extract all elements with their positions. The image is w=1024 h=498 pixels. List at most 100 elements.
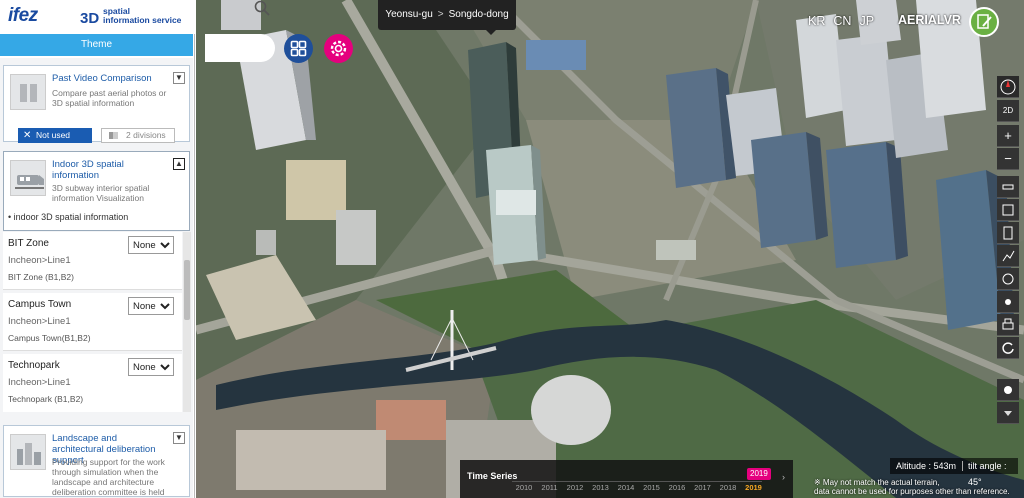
- disclaimer: ※ May not match the actual terrain, data…: [814, 478, 1019, 496]
- two-divisions-label: 2 divisions: [126, 130, 166, 140]
- chevron-down-icon[interactable]: [997, 402, 1019, 424]
- time-series-bar: Time Series 2019 2010 2011 2012 2013 2014 201…: [460, 460, 793, 498]
- zone-select-campus-town[interactable]: None: [128, 297, 174, 315]
- search-input[interactable]: [205, 34, 275, 62]
- logo-3d: 3D: [80, 10, 100, 27]
- zone-name: Campus Town: [8, 299, 72, 310]
- zone-line: Incheon>Line1: [8, 255, 71, 266]
- time-series-year[interactable]: 2010: [512, 483, 536, 492]
- app-root: ifez 3D spatial information service Theme…: [0, 0, 1024, 498]
- breadcrumb-district[interactable]: Yeonsu-gu: [385, 9, 432, 20]
- time-series-current-year[interactable]: 2019: [747, 468, 771, 480]
- altitude-value: Altitude : 543m: [896, 461, 957, 471]
- indoor-title[interactable]: Indoor 3D spatial information: [52, 159, 170, 181]
- time-series-year[interactable]: 2016: [665, 483, 689, 492]
- measure-distance-icon[interactable]: [997, 176, 1019, 198]
- landscape-desc: Providing support for the work through s…: [52, 457, 165, 497]
- not-used-label: Not used: [36, 130, 71, 140]
- measure-area-icon[interactable]: [997, 199, 1019, 221]
- zoom-out-button[interactable]: −: [997, 148, 1019, 170]
- compass-icon[interactable]: [997, 76, 1019, 98]
- disclaimer-line2: data cannot be used for purposes other t…: [814, 487, 1010, 496]
- zone-select-bit[interactable]: None: [128, 236, 174, 254]
- card-indoor: Indoor 3D spatial information 3D subway …: [3, 151, 190, 231]
- tab-theme[interactable]: Theme: [0, 34, 193, 56]
- breadcrumb[interactable]: Yeonsu-gu > Songdo-dong: [378, 0, 516, 30]
- time-series-year[interactable]: 2017: [691, 483, 715, 492]
- map-3d-view[interactable]: Yeonsu-gu > Songdo-dong KR CN JP AERIALVR 2D…: [196, 0, 1024, 498]
- indoor-collapse-icon[interactable]: ▲: [173, 158, 185, 170]
- logo-service-line2: information service: [103, 15, 182, 25]
- altitude-readout: Altitude : 543m tilt angle : 45°: [890, 458, 1018, 487]
- time-series-year[interactable]: 2019: [742, 483, 766, 492]
- building-info-icon[interactable]: [997, 222, 1019, 244]
- subway-train-icon: [10, 160, 46, 196]
- time-series-year[interactable]: 2011: [538, 483, 562, 492]
- split-view-icon: [109, 132, 118, 139]
- search-icon[interactable]: [254, 0, 270, 16]
- past-video-desc: Compare past aerial photos or 3D spatial…: [52, 88, 167, 108]
- breadcrumb-caret-icon: [486, 30, 496, 35]
- landscape-toggle-icon[interactable]: ▼: [173, 432, 185, 444]
- city-buildings-icon: [10, 434, 46, 470]
- language-switch: KR CN JP: [808, 14, 882, 28]
- sight-line-icon[interactable]: [997, 291, 1019, 313]
- gear-icon: [330, 40, 347, 57]
- logo-service: spatial information service: [103, 7, 181, 25]
- indoor-desc: 3D subway interior spatial information V…: [52, 183, 150, 203]
- shadow-icon[interactable]: [997, 268, 1019, 290]
- breadcrumb-separator: >: [437, 9, 444, 20]
- edit-icon: [977, 14, 992, 29]
- brightness-icon[interactable]: [997, 379, 1019, 401]
- layers-grid-button[interactable]: [284, 34, 313, 63]
- time-series-track[interactable]: [512, 481, 762, 482]
- zone-sub: Campus Town(B1,B2): [8, 333, 91, 343]
- past-video-title[interactable]: Past Video Comparison: [52, 73, 170, 84]
- zone-line: Incheon>Line1: [8, 377, 71, 388]
- logo-brand: ifez: [8, 5, 38, 26]
- zoom-in-button[interactable]: +: [997, 125, 1019, 147]
- time-series-year[interactable]: 2014: [614, 483, 638, 492]
- zone-sub: Technopark (B1,B2): [8, 394, 84, 404]
- zone-name: BIT Zone: [8, 238, 49, 249]
- indoor-item[interactable]: • indoor 3D spatial information: [8, 212, 128, 222]
- lang-cn[interactable]: CN: [833, 14, 851, 28]
- card-landscape: Landscape and architectural deliberation…: [3, 425, 190, 497]
- time-series-year[interactable]: 2018: [716, 483, 740, 492]
- time-series-year[interactable]: 2012: [563, 483, 587, 492]
- time-series-year[interactable]: 2013: [589, 483, 613, 492]
- lang-jp[interactable]: JP: [859, 14, 874, 28]
- logo[interactable]: ifez 3D spatial information service: [0, 0, 195, 34]
- time-series-next-icon[interactable]: ›: [782, 472, 785, 482]
- card-past-video: Past Video Comparison Compare past aeria…: [3, 65, 190, 143]
- zone-technopark: Technopark Incheon>Line1 Technopark (B1,…: [3, 354, 182, 412]
- time-series-label: Time Series: [467, 471, 518, 481]
- panel-scroll-thumb[interactable]: [184, 260, 190, 320]
- not-used-button[interactable]: ✕ Not used: [18, 128, 92, 143]
- two-divisions-button[interactable]: 2 divisions: [101, 128, 175, 143]
- time-series-years: 2010 2011 2012 2013 2014 2015 2016 2017 2018 2019: [512, 483, 782, 495]
- aerial-vr-link[interactable]: AERIALVR: [898, 13, 961, 27]
- aerial-scene: [196, 0, 1024, 498]
- map-toolbar: 2D + −: [997, 76, 1019, 424]
- settings-button[interactable]: [324, 34, 353, 63]
- view-2d-button[interactable]: 2D: [997, 100, 1019, 122]
- refresh-icon[interactable]: [997, 337, 1019, 359]
- zone-select-technopark[interactable]: None: [128, 358, 174, 376]
- chart-icon[interactable]: [997, 245, 1019, 267]
- indoor-item-label: indoor 3D spatial information: [13, 212, 129, 222]
- print-icon[interactable]: [997, 314, 1019, 336]
- zone-bit: BIT Zone Incheon>Line1 BIT Zone (B1,B2) …: [3, 232, 182, 290]
- theme-panel: Past Video Comparison Compare past aeria…: [0, 58, 193, 498]
- time-series-year[interactable]: 2015: [640, 483, 664, 492]
- panel-scrollbar[interactable]: [183, 232, 191, 412]
- breadcrumb-dong[interactable]: Songdo-dong: [449, 9, 509, 20]
- past-video-toggle-icon[interactable]: ▼: [173, 72, 185, 84]
- sidebar: ifez 3D spatial information service Theme…: [0, 0, 195, 498]
- edit-button[interactable]: [969, 7, 999, 37]
- zone-campus-town: Campus Town Incheon>Line1 Campus Town(B1…: [3, 293, 182, 351]
- zone-sub: BIT Zone (B1,B2): [8, 272, 74, 282]
- zone-name: Technopark: [8, 360, 60, 371]
- zone-line: Incheon>Line1: [8, 316, 71, 327]
- lang-kr[interactable]: KR: [808, 14, 825, 28]
